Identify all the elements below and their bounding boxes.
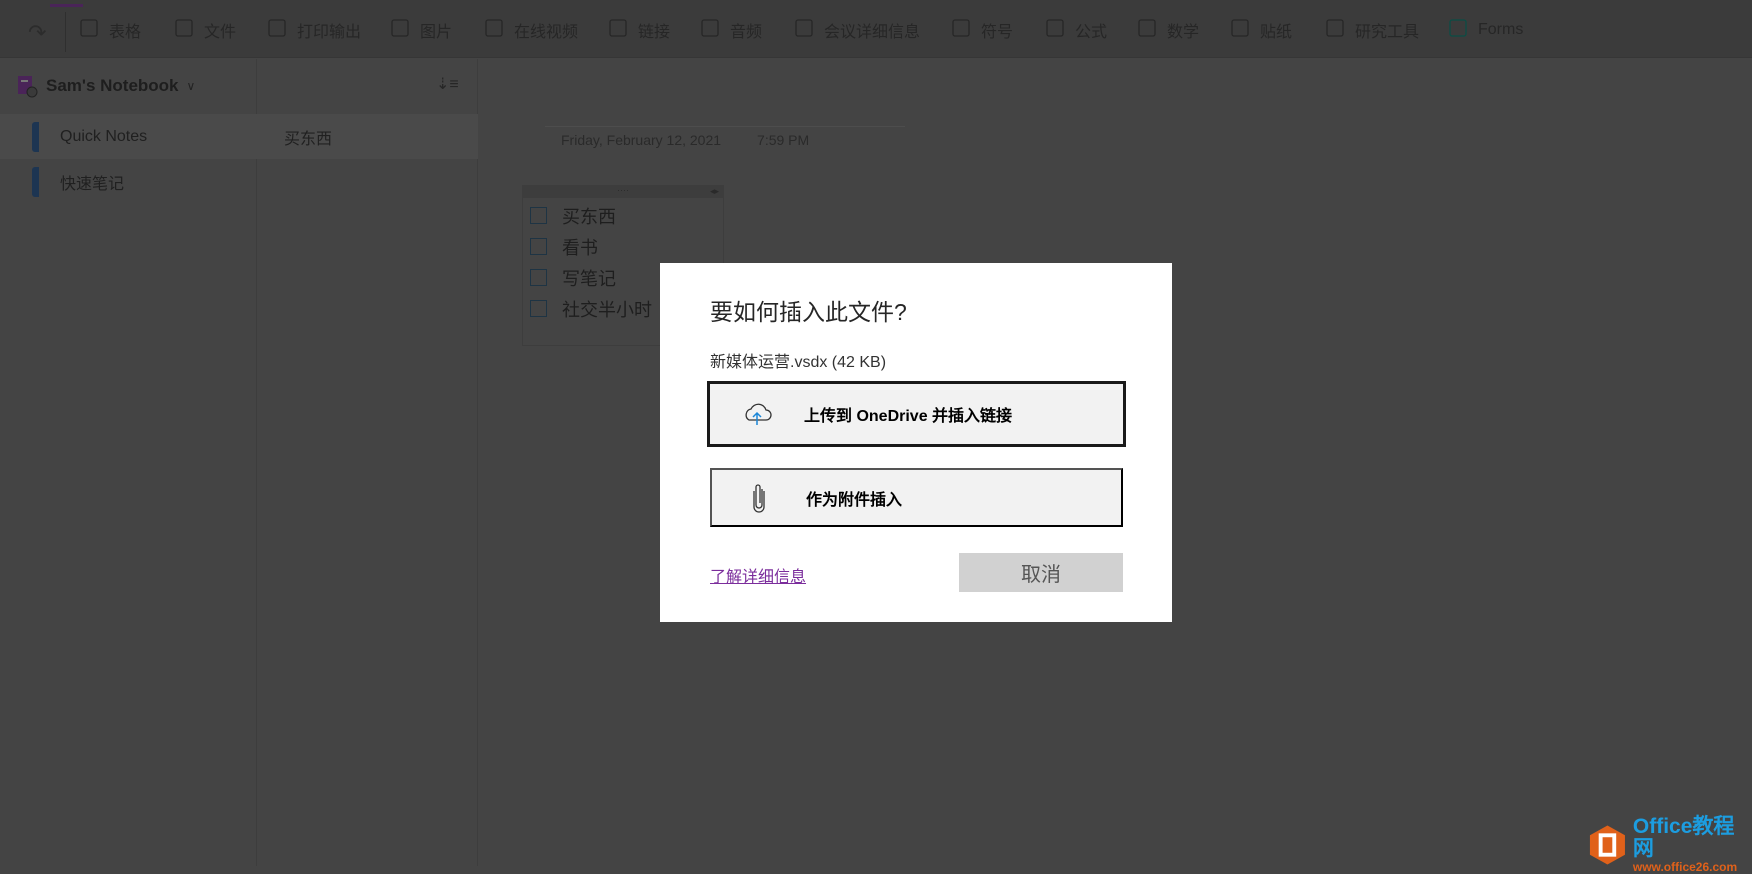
toolbar-label: 图片: [420, 24, 453, 41]
checklist-label: 看书: [562, 237, 598, 258]
paperclip-icon: [712, 483, 806, 513]
section-label: 快速笔记: [60, 175, 125, 193]
pi-icon: [1044, 17, 1066, 44]
smiley-icon: [1229, 17, 1251, 44]
forms-icon: [1447, 17, 1469, 44]
toolbar-omega-button[interactable]: 符号: [950, 17, 1014, 44]
checkbox[interactable]: [530, 238, 547, 255]
omega-icon: [950, 17, 972, 44]
watermark-title: Office教程网: [1632, 815, 1735, 860]
math-icon: [1136, 17, 1158, 44]
table-icon: [78, 17, 100, 44]
section-color-tab: [32, 166, 39, 197]
notebook-selector[interactable]: Sam's Notebook ∨: [16, 59, 476, 113]
insert-file-dialog: 要如何插入此文件? 新媒体运营.vsdx (42 KB) 上传到 OneDriv…: [660, 263, 1172, 622]
active-tab-indicator: [50, 4, 83, 7]
upload-onedrive-button[interactable]: 上传到 OneDrive 并插入链接: [707, 381, 1126, 447]
chevron-down-icon: ∨: [186, 79, 196, 93]
checklist-item[interactable]: 买东西: [523, 200, 723, 231]
toolbar-forms-button[interactable]: Forms: [1447, 17, 1524, 44]
cancel-button[interactable]: 取消: [959, 553, 1123, 592]
notebook-title: Sam's Notebook: [46, 76, 179, 95]
toolbar-calendar-button[interactable]: 会议详细信息: [793, 17, 921, 44]
toolbar-label: 数学: [1167, 24, 1200, 41]
redo-icon[interactable]: ↷: [28, 20, 46, 46]
page-datetime: Friday, February 12, 2021 7:59 PM: [545, 126, 905, 148]
cloud-upload-icon: [710, 401, 804, 427]
toolbar-paperclip-button[interactable]: 文件: [173, 17, 237, 44]
toolbar-pi-button[interactable]: 公式: [1044, 17, 1108, 44]
toolbar-label: 打印输出: [297, 24, 362, 41]
page-item[interactable]: 买东西: [257, 114, 478, 159]
toolbar-label: 在线视频: [514, 24, 579, 41]
online-video-icon: [483, 17, 505, 44]
section-label: Quick Notes: [60, 127, 148, 145]
section-color-tab: [32, 121, 39, 152]
pages-pane: [257, 59, 478, 866]
toolbar-research-button[interactable]: 研究工具: [1324, 17, 1420, 44]
toolbar-math-button[interactable]: 数学: [1136, 17, 1200, 44]
checkbox[interactable]: [530, 207, 547, 224]
toolbar-label: 公式: [1075, 24, 1108, 41]
paperclip-icon: [173, 17, 195, 44]
link-icon: [607, 17, 629, 44]
checklist-label: 买东西: [562, 206, 616, 227]
office-logo-icon: [1589, 825, 1625, 865]
toolbar-link-button[interactable]: 链接: [607, 17, 671, 44]
checklist-label: 社交半小时: [562, 299, 652, 320]
toolbar-label: 链接: [638, 24, 671, 41]
dialog-title: 要如何插入此文件?: [710, 299, 907, 325]
research-icon: [1324, 17, 1346, 44]
picture-icon: [389, 17, 411, 44]
toolbar-label: 研究工具: [1355, 24, 1420, 41]
toolbar-label: 符号: [981, 24, 1014, 41]
toolbar-label: 贴纸: [1260, 24, 1293, 41]
insert-attachment-button[interactable]: 作为附件插入: [710, 468, 1123, 527]
note-drag-handle[interactable]: ···· ◂▸: [523, 186, 723, 198]
attach-label: 作为附件插入: [806, 491, 903, 509]
resize-arrows-icon[interactable]: ◂▸: [710, 187, 719, 196]
page-time: 7:59 PM: [757, 132, 810, 148]
checklist-item[interactable]: 看书: [523, 231, 723, 262]
toolbar-label: 文件: [204, 24, 237, 41]
toolbar-label: 音频: [730, 24, 763, 41]
watermark-url: www.office26.com: [1632, 860, 1738, 874]
toolbar-picture-button[interactable]: 图片: [389, 17, 453, 44]
toolbar-table-button[interactable]: 表格: [78, 17, 142, 44]
learn-more-link[interactable]: 了解详细信息: [710, 563, 806, 587]
notebook-icon: [18, 76, 38, 98]
watermark-logo: Office教程网 www.office26.com: [1588, 816, 1752, 874]
page-label: 买东西: [284, 130, 333, 148]
section-quick-notes[interactable]: Quick Notes: [0, 114, 257, 159]
sort-icon[interactable]: ⇣≡: [436, 74, 459, 94]
audio-icon: [699, 17, 721, 44]
toolbar-smiley-button[interactable]: 贴纸: [1229, 17, 1293, 44]
toolbar-label: Forms: [1478, 21, 1524, 38]
toolbar-divider: [65, 12, 66, 52]
checkbox[interactable]: [530, 269, 547, 286]
page-date: Friday, February 12, 2021: [561, 132, 722, 148]
toolbar-label: 会议详细信息: [824, 24, 921, 41]
file-name: 新媒体运营.vsdx (42 KB): [710, 354, 887, 371]
toolbar-document-button[interactable]: 打印输出: [266, 17, 362, 44]
checklist-label: 写笔记: [562, 268, 616, 289]
ribbon-toolbar: ↷ 表格 文件 打印输出 图片 在线视频 链接 音频 会议详细信息 符号 公式 数学 贴纸 研究工具 Fo…: [0, 0, 1752, 58]
document-icon: [266, 17, 288, 44]
toolbar-online-video-button[interactable]: 在线视频: [483, 17, 579, 44]
checkbox[interactable]: [530, 300, 547, 317]
calendar-icon: [793, 17, 815, 44]
toolbar-audio-button[interactable]: 音频: [699, 17, 763, 44]
upload-label: 上传到 OneDrive 并插入链接: [804, 408, 1013, 425]
toolbar-label: 表格: [109, 24, 142, 41]
section-kuaisu-biji[interactable]: 快速笔记: [0, 159, 257, 204]
